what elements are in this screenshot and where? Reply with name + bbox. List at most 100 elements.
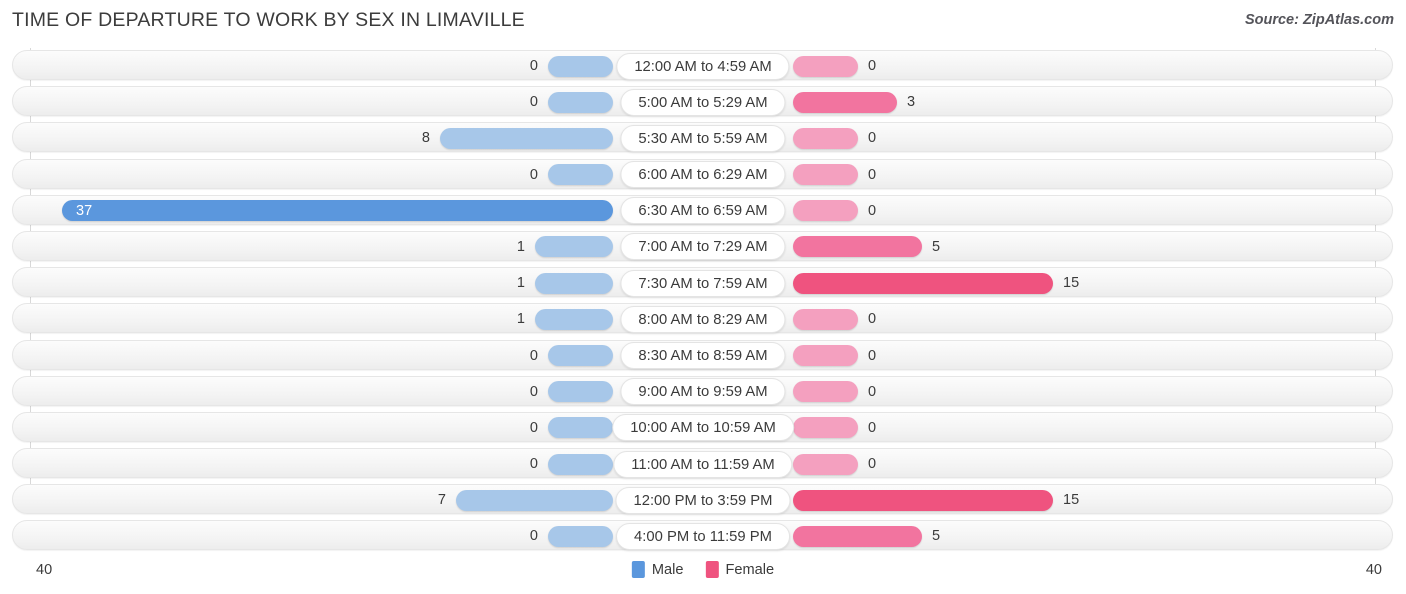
- category-label: 5:30 AM to 5:59 AM: [620, 124, 786, 152]
- value-female: 0: [868, 202, 877, 219]
- bar-female[interactable]: [793, 489, 1053, 511]
- chart-rows: 0 0 12:00 AM to 4:59 AM 0 3 5:00 AM to 5:29 A…: [0, 48, 1406, 555]
- legend-swatch-female-icon: [705, 561, 719, 578]
- value-female: 15: [1063, 492, 1080, 509]
- bar-female[interactable]: [793, 164, 858, 186]
- bar-female[interactable]: [793, 55, 858, 77]
- value-male: 7: [437, 492, 446, 509]
- page-title: TIME OF DEPARTURE TO WORK BY SEX IN LIMA…: [12, 9, 525, 31]
- category-label: 9:00 AM to 9:59 AM: [620, 378, 786, 406]
- chart-row: 0 0 8:30 AM to 8:59 AM: [0, 338, 1406, 374]
- value-female: 0: [868, 166, 877, 183]
- category-label: 6:30 AM to 6:59 AM: [620, 197, 786, 225]
- diverging-bar-chart: 0 0 12:00 AM to 4:59 AM 0 3 5:00 AM to 5:29 A…: [0, 44, 1406, 552]
- bar-male[interactable]: [456, 489, 613, 511]
- bar-male[interactable]: [440, 127, 613, 149]
- axis-max-left: 40: [36, 562, 53, 578]
- value-male: 0: [529, 419, 538, 436]
- category-label: 11:00 AM to 11:59 AM: [613, 450, 793, 478]
- value-male: 37: [76, 202, 93, 219]
- chart-row: 0 0 10:00 AM to 10:59 AM: [0, 410, 1406, 446]
- bar-female[interactable]: [793, 236, 922, 258]
- value-male: 0: [529, 383, 538, 400]
- chart-row: 37 0 6:30 AM to 6:59 AM: [0, 193, 1406, 229]
- chart-row: 0 5 4:00 PM to 11:59 PM: [0, 518, 1406, 554]
- chart-row: 0 3 5:00 AM to 5:29 AM: [0, 84, 1406, 120]
- category-label: 8:00 AM to 8:29 AM: [620, 305, 786, 333]
- chart-row: 0 0 12:00 AM to 4:59 AM: [0, 48, 1406, 84]
- bar-male[interactable]: [548, 91, 613, 113]
- value-female: 0: [868, 347, 877, 364]
- value-male: 1: [516, 275, 525, 292]
- value-male: 1: [516, 311, 525, 328]
- value-male: 1: [516, 238, 525, 255]
- bar-female[interactable]: [793, 381, 858, 403]
- value-female: 0: [868, 130, 877, 147]
- value-female: 0: [868, 456, 877, 473]
- bar-male[interactable]: [548, 55, 613, 77]
- value-female: 5: [932, 528, 941, 545]
- bar-female[interactable]: [793, 200, 858, 222]
- bar-female[interactable]: [793, 417, 858, 439]
- axis-max-right: 40: [1365, 562, 1382, 578]
- chart-row: 1 5 7:00 AM to 7:29 AM: [0, 229, 1406, 265]
- category-label: 5:00 AM to 5:29 AM: [620, 88, 786, 116]
- bar-female[interactable]: [793, 272, 1053, 294]
- value-male: 0: [529, 456, 538, 473]
- legend-label-female: Female: [725, 561, 775, 578]
- legend-item-male[interactable]: Male: [631, 561, 684, 578]
- bar-male[interactable]: [535, 236, 613, 258]
- category-label: 7:30 AM to 7:59 AM: [620, 269, 786, 297]
- chart-header: TIME OF DEPARTURE TO WORK BY SEX IN LIMA…: [0, 0, 1406, 42]
- value-male: 8: [421, 130, 430, 147]
- bar-male[interactable]: [548, 164, 613, 186]
- legend-item-female[interactable]: Female: [705, 561, 774, 578]
- value-female: 3: [907, 94, 916, 111]
- category-label: 8:30 AM to 8:59 AM: [620, 342, 786, 369]
- category-label: 12:00 AM to 4:59 AM: [616, 52, 790, 80]
- value-female: 0: [868, 419, 877, 436]
- legend-swatch-male-icon: [631, 561, 645, 578]
- value-female: 0: [868, 58, 877, 74]
- value-male: 0: [529, 528, 538, 545]
- value-female: 5: [932, 238, 941, 255]
- value-male: 0: [529, 94, 538, 111]
- bar-female[interactable]: [793, 525, 922, 547]
- bar-male[interactable]: [548, 345, 613, 366]
- chart-row: 1 0 8:00 AM to 8:29 AM: [0, 301, 1406, 337]
- bar-female[interactable]: [793, 345, 858, 366]
- legend-label-male: Male: [651, 561, 684, 578]
- chart-legend: Male Female: [631, 561, 774, 578]
- chart-row: 8 0 5:30 AM to 5:59 AM: [0, 120, 1406, 156]
- bar-female[interactable]: [793, 91, 897, 113]
- chart-footer: 40 40 Male Female: [0, 552, 1406, 594]
- value-female: 0: [868, 311, 877, 328]
- category-label: 7:00 AM to 7:29 AM: [620, 233, 786, 261]
- bar-male[interactable]: [548, 381, 613, 403]
- bar-male[interactable]: [535, 272, 613, 294]
- category-label: 6:00 AM to 6:29 AM: [620, 161, 786, 189]
- bar-female[interactable]: [793, 127, 858, 149]
- chart-row: 0 0 6:00 AM to 6:29 AM: [0, 157, 1406, 193]
- value-female: 15: [1063, 275, 1080, 292]
- category-label: 4:00 PM to 11:59 PM: [616, 522, 790, 550]
- bar-male[interactable]: [548, 417, 613, 439]
- chart-page: TIME OF DEPARTURE TO WORK BY SEX IN LIMA…: [0, 0, 1406, 594]
- bar-male[interactable]: [62, 200, 613, 222]
- bar-male[interactable]: [548, 453, 613, 475]
- bar-female[interactable]: [793, 453, 858, 475]
- category-label: 10:00 AM to 10:59 AM: [612, 414, 794, 442]
- chart-row: 1 15 7:30 AM to 7:59 AM: [0, 265, 1406, 301]
- value-female: 0: [868, 383, 877, 400]
- chart-row: 0 0 9:00 AM to 9:59 AM: [0, 374, 1406, 410]
- bar-male[interactable]: [548, 525, 613, 547]
- value-male: 0: [529, 166, 538, 183]
- chart-row: 0 0 11:00 AM to 11:59 AM: [0, 446, 1406, 482]
- chart-row: 7 15 12:00 PM to 3:59 PM: [0, 482, 1406, 518]
- category-label: 12:00 PM to 3:59 PM: [615, 486, 791, 514]
- bar-male[interactable]: [535, 308, 613, 330]
- bar-female[interactable]: [793, 308, 858, 330]
- value-male: 0: [529, 347, 538, 364]
- value-male: 0: [529, 58, 538, 74]
- source-attribution: Source: ZipAtlas.com: [1244, 12, 1394, 28]
